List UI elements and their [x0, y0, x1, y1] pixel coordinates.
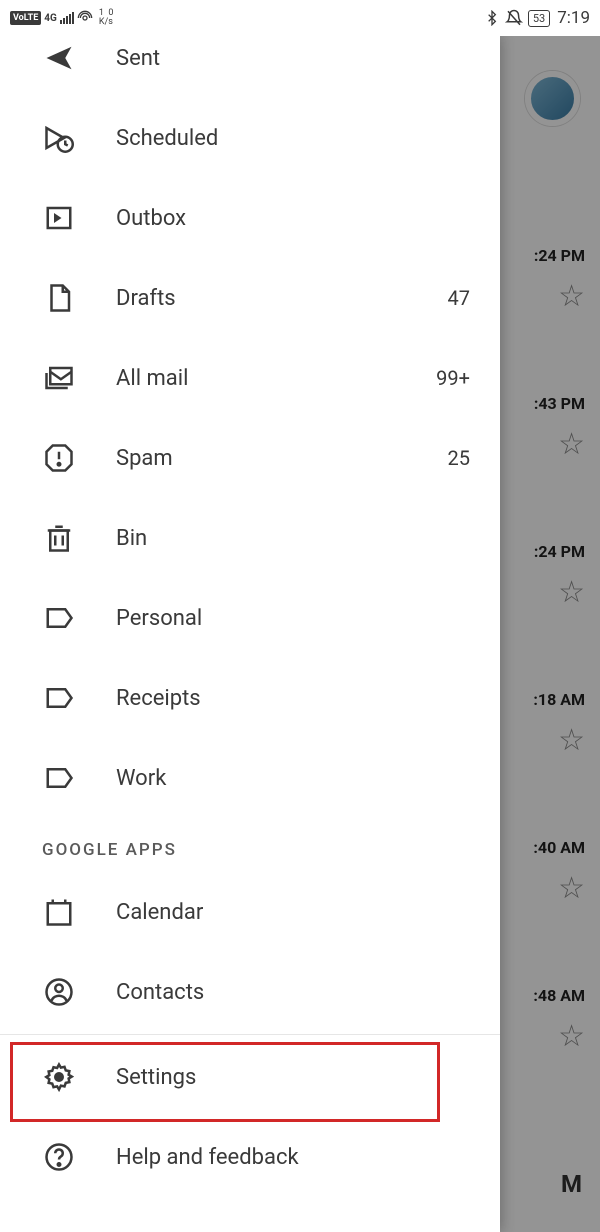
- nav-item-bin[interactable]: Bin: [0, 498, 500, 578]
- clock: 7:19: [557, 8, 590, 28]
- help-icon: [42, 1140, 76, 1174]
- nav-label: Bin: [116, 526, 480, 551]
- signal-icon: [60, 12, 74, 24]
- nav-item-scheduled[interactable]: Scheduled: [0, 98, 500, 178]
- drafts-icon: [42, 281, 76, 315]
- sent-icon: [42, 41, 76, 75]
- nav-item-help[interactable]: Help and feedback: [0, 1117, 500, 1197]
- nav-label: Receipts: [116, 686, 480, 711]
- nav-item-calendar[interactable]: Calendar: [0, 872, 500, 952]
- notifications-off-icon: [505, 9, 523, 27]
- volte-badge: VoLTE: [10, 11, 41, 25]
- nav-label: Work: [116, 766, 480, 791]
- nav-label: Settings: [116, 1065, 480, 1090]
- nav-item-personal[interactable]: Personal: [0, 578, 500, 658]
- nav-label: Spam: [116, 446, 448, 471]
- nav-label: Sent: [116, 46, 480, 71]
- nav-count: 25: [448, 446, 480, 470]
- nav-label: Contacts: [116, 980, 480, 1005]
- battery-indicator: 53: [528, 10, 550, 27]
- nav-item-receipts[interactable]: Receipts: [0, 658, 500, 738]
- contacts-icon: [42, 975, 76, 1009]
- nav-count: 47: [448, 286, 480, 310]
- network-gen: 4G: [44, 13, 57, 24]
- status-right: 53 7:19: [484, 8, 590, 28]
- nav-item-all-mail[interactable]: All mail 99+: [0, 338, 500, 418]
- status-left: VoLTE 4G 1 0 K/s: [10, 9, 113, 27]
- nav-item-work[interactable]: Work: [0, 738, 500, 818]
- nav-item-outbox[interactable]: Outbox: [0, 178, 500, 258]
- all-mail-icon: [42, 361, 76, 395]
- navigation-drawer: Sent Scheduled Outbox Drafts 47 Al: [0, 36, 500, 1232]
- label-icon: [42, 761, 76, 795]
- label-icon: [42, 681, 76, 715]
- nav-label: Scheduled: [116, 126, 480, 151]
- spam-icon: [42, 441, 76, 475]
- nav-label: Outbox: [116, 206, 480, 231]
- hotspot-icon: [77, 10, 93, 26]
- status-bar: VoLTE 4G 1 0 K/s 53 7:19: [0, 0, 600, 36]
- nav-item-spam[interactable]: Spam 25: [0, 418, 500, 498]
- nav-label: Personal: [116, 606, 480, 631]
- outbox-icon: [42, 201, 76, 235]
- label-icon: [42, 601, 76, 635]
- nav-item-drafts[interactable]: Drafts 47: [0, 258, 500, 338]
- network-speed: 1 0 K/s: [99, 9, 114, 27]
- nav-item-contacts[interactable]: Contacts: [0, 952, 500, 1032]
- divider: [0, 1034, 500, 1035]
- scheduled-icon: [42, 121, 76, 155]
- nav-label: Calendar: [116, 900, 480, 925]
- calendar-icon: [42, 895, 76, 929]
- section-header-google-apps: GOOGLE APPS: [0, 818, 500, 872]
- nav-label: Drafts: [116, 286, 448, 311]
- nav-item-settings[interactable]: Settings: [0, 1037, 500, 1117]
- gear-icon: [42, 1060, 76, 1094]
- bluetooth-icon: [484, 10, 500, 26]
- nav-label: All mail: [116, 366, 436, 391]
- nav-count: 99+: [436, 366, 480, 390]
- nav-label: Help and feedback: [116, 1145, 480, 1170]
- bin-icon: [42, 521, 76, 555]
- nav-item-sent[interactable]: Sent: [0, 36, 500, 98]
